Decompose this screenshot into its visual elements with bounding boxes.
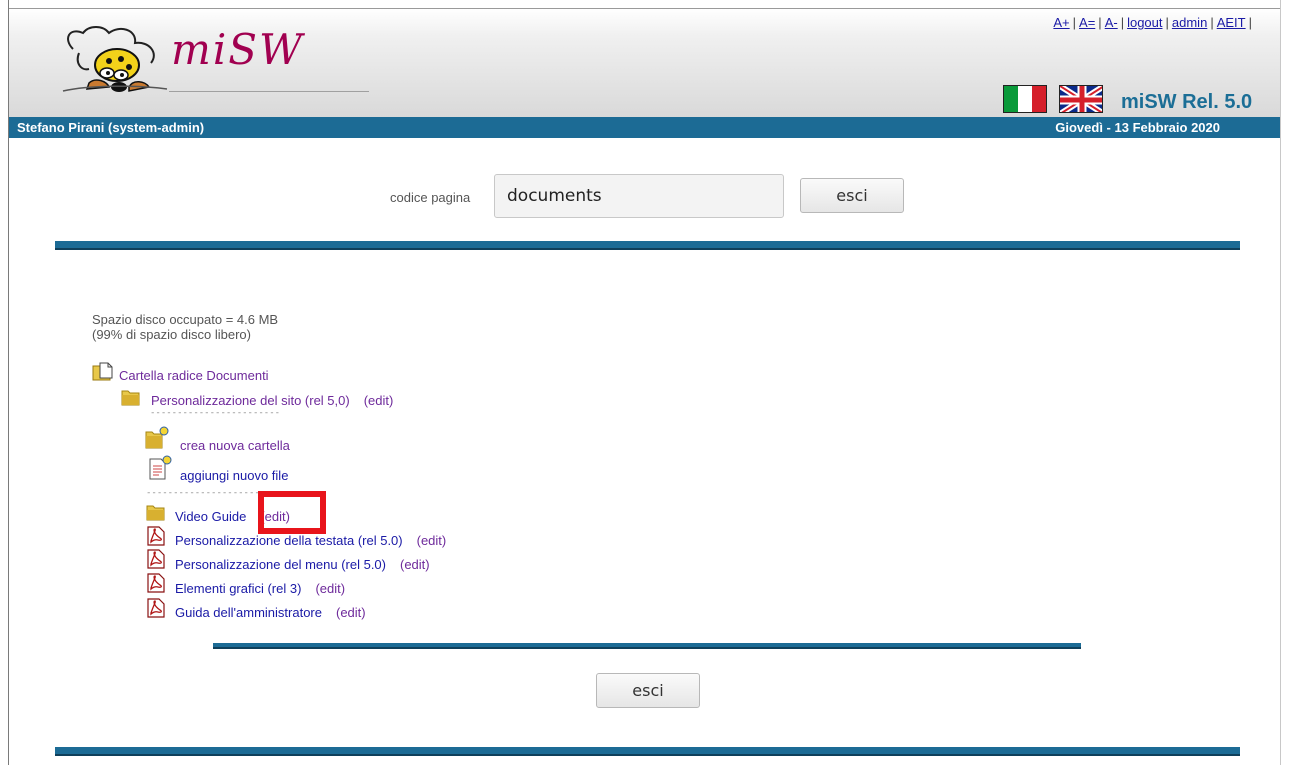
folder-icon <box>121 390 140 406</box>
user-name: Stefano Pirani (system-admin) <box>17 120 205 135</box>
site-folder-edit-link[interactable]: (edit) <box>364 393 394 408</box>
top-links: A+ | A= | A- | logout | admin | AEIT | <box>1053 15 1252 30</box>
logo-text: miSW <box>171 25 305 74</box>
logo[interactable]: miSW <box>59 19 369 99</box>
menu-guide-edit-link[interactable]: (edit) <box>400 557 430 572</box>
exit-button-top[interactable]: esci <box>800 178 904 213</box>
uk-flag-icon[interactable] <box>1059 85 1103 113</box>
site-folder-link[interactable]: Personalizzazione del sito (rel 5,0) <box>151 393 350 408</box>
disk-usage: Spazio disco occupato = 4.6 MB (99% di s… <box>92 312 278 342</box>
font-increase-link[interactable]: A+ <box>1053 15 1069 30</box>
exit-button-bottom[interactable]: esci <box>596 673 700 708</box>
pdf-icon <box>147 573 165 593</box>
frame-right <box>1280 0 1281 765</box>
disk-used-text: Spazio disco occupato = 4.6 MB <box>92 312 279 327</box>
logo-underline <box>169 91 369 92</box>
video-folder-icon <box>146 505 165 521</box>
separator-bottom: ------------------------ <box>146 488 277 498</box>
tree-item-menu-guide: Personalizzazione del menu (rel 5.0) (edi… <box>175 557 430 572</box>
add-file-link[interactable]: aggiungi nuovo file <box>180 468 288 483</box>
new-file-icon <box>149 455 172 480</box>
graphics-guide-edit-link[interactable]: (edit) <box>315 581 345 596</box>
page-code-label: codice pagina <box>390 190 471 205</box>
page-code-input[interactable] <box>494 174 784 218</box>
pdf-icon <box>147 549 165 569</box>
header: miSW A+ | A= | A- | logout | admin | AEIT | miSW Re… <box>9 9 1280 117</box>
menu-guide-link[interactable]: Personalizzazione del menu (rel 5.0) <box>175 557 386 572</box>
graphics-guide-link[interactable]: Elementi grafici (rel 3) <box>175 581 301 596</box>
divider-bar-top <box>55 241 1240 250</box>
logout-link[interactable]: logout <box>1127 15 1162 30</box>
font-reset-link[interactable]: A= <box>1079 15 1095 30</box>
tree-item-header-guide: Personalizzazione della testata (rel 5.0… <box>175 533 446 548</box>
highlight-box <box>258 491 326 534</box>
aeit-link[interactable]: AEIT <box>1217 15 1246 30</box>
header-guide-link[interactable]: Personalizzazione della testata (rel 5.0… <box>175 533 403 548</box>
separator-top: ------------------------ <box>150 408 281 418</box>
video-guide-link[interactable]: Video Guide <box>175 509 246 524</box>
tree-item-admin-guide: Guida dell'amministratore (edit) <box>175 605 366 620</box>
root-folder-icon <box>92 362 113 381</box>
divider-bar-bottom <box>55 747 1240 756</box>
create-folder-link[interactable]: crea nuova cartella <box>180 438 290 453</box>
tree-item-graphics-guide: Elementi grafici (rel 3) (edit) <box>175 581 345 596</box>
header-guide-edit-link[interactable]: (edit) <box>417 533 447 548</box>
pdf-icon <box>147 526 165 546</box>
mascot-icon <box>62 26 168 92</box>
admin-link[interactable]: admin <box>1172 15 1207 30</box>
admin-guide-edit-link[interactable]: (edit) <box>336 605 366 620</box>
pdf-icon <box>147 598 165 618</box>
font-decrease-link[interactable]: A- <box>1105 15 1118 30</box>
user-bar: Stefano Pirani (system-admin) Giovedì - … <box>9 117 1280 138</box>
release-label: miSW Rel. 5.0 <box>1121 91 1253 113</box>
root-folder-link[interactable]: Cartella radice Documenti <box>119 368 269 383</box>
divider-bar-middle <box>213 643 1081 649</box>
italian-flag-icon[interactable] <box>1003 85 1047 113</box>
site-folder-row: Personalizzazione del sito (rel 5,0) (edi… <box>151 393 393 408</box>
disk-free-text: (99% di spazio disco libero) <box>92 327 251 342</box>
new-folder-icon <box>145 426 169 449</box>
admin-guide-link[interactable]: Guida dell'amministratore <box>175 605 322 620</box>
current-date: Giovedì - 13 Febbraio 2020 <box>1055 120 1220 135</box>
